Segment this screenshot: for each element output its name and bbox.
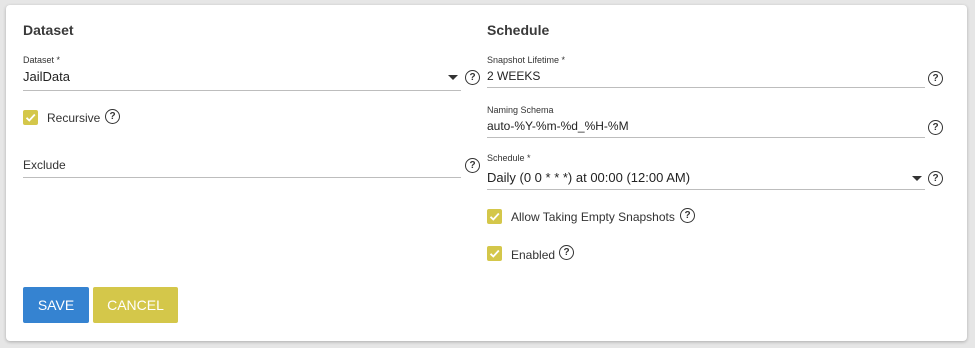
schedule-select-value[interactable]: Daily (0 0 * * *) at 00:00 (12:00 AM) — [487, 170, 690, 185]
recursive-label: Recursive — [47, 111, 101, 125]
dataset-dropdown-arrow-icon[interactable] — [448, 75, 458, 80]
naming-schema-label: Naming Schema — [487, 105, 554, 115]
dataset-label: Dataset * — [23, 55, 61, 65]
snapshot-lifetime-help-icon[interactable]: ? — [928, 71, 943, 86]
exclude-input[interactable] — [23, 158, 453, 174]
snapshot-lifetime-input[interactable]: 2 WEEKS — [487, 69, 540, 83]
naming-schema-input[interactable]: auto-%Y-%m-%d_%H-%M — [487, 119, 629, 133]
check-icon — [25, 113, 36, 122]
recursive-checkbox[interactable] — [23, 110, 38, 125]
dataset-section-title: Dataset — [23, 22, 74, 38]
enabled-help-icon[interactable]: ? — [559, 245, 574, 260]
save-button[interactable]: SAVE — [23, 287, 89, 323]
schedule-underline — [487, 189, 925, 190]
exclude-underline — [23, 177, 461, 178]
snapshot-lifetime-label: Snapshot Lifetime * — [487, 55, 566, 65]
snapshot-lifetime-underline — [487, 87, 925, 88]
naming-schema-help-icon[interactable]: ? — [928, 120, 943, 135]
schedule-section-title: Schedule — [487, 22, 550, 38]
dataset-help-icon[interactable]: ? — [465, 70, 480, 85]
schedule-label: Schedule * — [487, 153, 531, 163]
snapshot-task-form: Dataset Dataset * JailData ? Recursive ?… — [6, 5, 967, 341]
schedule-help-icon[interactable]: ? — [928, 171, 943, 186]
allow-empty-snapshots-help-icon[interactable]: ? — [680, 208, 695, 223]
dataset-underline — [23, 90, 461, 91]
naming-schema-underline — [487, 137, 925, 138]
check-icon — [489, 212, 500, 221]
dataset-select-value[interactable]: JailData — [23, 69, 70, 84]
exclude-help-icon[interactable]: ? — [465, 158, 480, 173]
allow-empty-snapshots-checkbox[interactable] — [487, 209, 502, 224]
cancel-button[interactable]: CANCEL — [93, 287, 178, 323]
enabled-checkbox[interactable] — [487, 246, 502, 261]
enabled-label: Enabled — [511, 248, 556, 262]
schedule-dropdown-arrow-icon[interactable] — [912, 176, 922, 181]
recursive-help-icon[interactable]: ? — [105, 109, 120, 124]
check-icon — [489, 249, 500, 258]
allow-empty-snapshots-label: Allow Taking Empty Snapshots — [511, 210, 675, 224]
